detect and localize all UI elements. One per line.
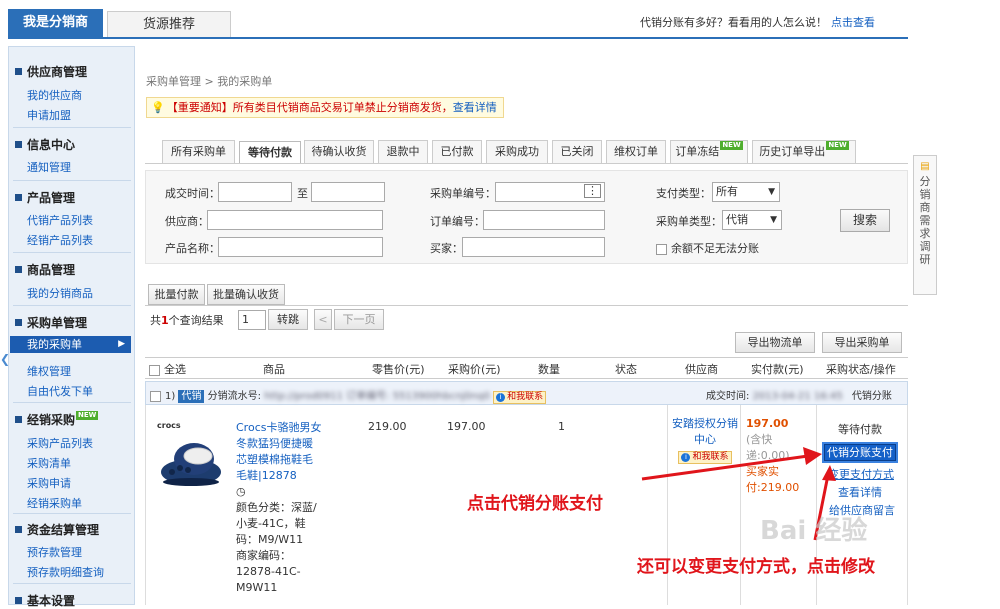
annotation-click-pay: 点击代销分账支付 [467, 494, 603, 514]
watermark: Bai 经验 [760, 516, 868, 546]
annotation-change-pay: 还可以变更支付方式，点击修改 [637, 557, 875, 577]
